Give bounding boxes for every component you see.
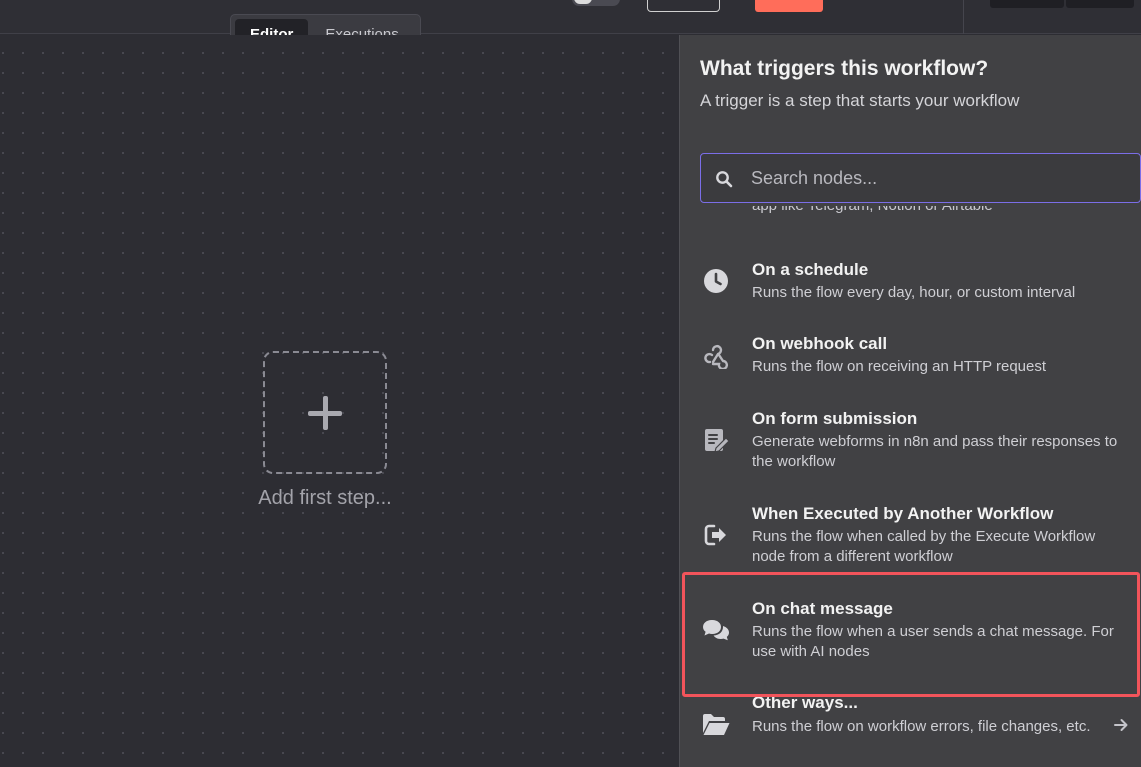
trigger-item-webhook[interactable]: On webhook call Runs the flow on receivi… (680, 331, 1141, 381)
trigger-item-title: On form submission (752, 409, 918, 428)
plus-icon (308, 395, 342, 430)
sign-in-icon (700, 519, 732, 551)
folder-open-icon (700, 709, 732, 741)
cut-off-description: app like Telegram, Notion or Airtable (752, 206, 993, 217)
trigger-item-title: When Executed by Another Workflow (752, 504, 1054, 523)
trigger-item-form[interactable]: On form submission Generate webforms in … (680, 406, 1141, 476)
panel-subtitle: A trigger is a step that starts your wor… (700, 91, 1020, 110)
form-icon (700, 424, 732, 456)
trigger-item-title: On a schedule (752, 260, 869, 279)
trigger-item-desc: Runs the flow when a user sends a chat m… (752, 623, 1114, 660)
trigger-item-execute-workflow[interactable]: When Executed by Another Workflow Runs t… (680, 501, 1141, 571)
trigger-item-desc: Runs the flow on workflow errors, file c… (752, 718, 1091, 735)
toggle-knob (574, 0, 592, 4)
save-button[interactable] (755, 0, 823, 12)
add-first-step-label: Add first step... (258, 487, 392, 509)
search-icon (716, 171, 733, 188)
trigger-item-desc: Generate webforms in n8n and pass their … (752, 433, 1118, 470)
trigger-item-desc: Runs the flow on receiving an HTTP reque… (752, 358, 1047, 375)
top-bar (0, 0, 1141, 34)
arrow-right-icon (1114, 719, 1128, 731)
add-first-step-button[interactable] (263, 351, 387, 474)
webhook-icon (700, 339, 732, 371)
trigger-item-desc: Runs the flow when called by the Execute… (752, 528, 1096, 565)
trigger-item-chat-message[interactable]: On chat message Runs the flow when a use… (680, 596, 1141, 666)
active-toggle[interactable] (572, 0, 620, 6)
topbar-button-1[interactable] (990, 0, 1064, 8)
trigger-item-title: Other ways... (752, 693, 858, 712)
trigger-panel: What triggers this workflow? A trigger i… (679, 35, 1141, 767)
chat-icon (700, 614, 732, 646)
trigger-item-title: On webhook call (752, 334, 888, 353)
search-field[interactable] (700, 153, 1141, 203)
trigger-item-schedule[interactable]: On a schedule Runs the flow every day, h… (680, 257, 1141, 307)
share-button[interactable] (647, 0, 720, 12)
trigger-item-title: On chat message (752, 599, 893, 618)
clock-icon (700, 265, 732, 297)
topbar-divider (963, 0, 964, 34)
trigger-item-other-ways[interactable]: Other ways... Runs the flow on workflow … (680, 691, 1141, 761)
trigger-item-desc: Runs the flow every day, hour, or custom… (752, 284, 1076, 301)
panel-title: What triggers this workflow? (700, 57, 989, 80)
search-input[interactable] (751, 154, 1131, 202)
topbar-button-2[interactable] (1066, 0, 1134, 8)
